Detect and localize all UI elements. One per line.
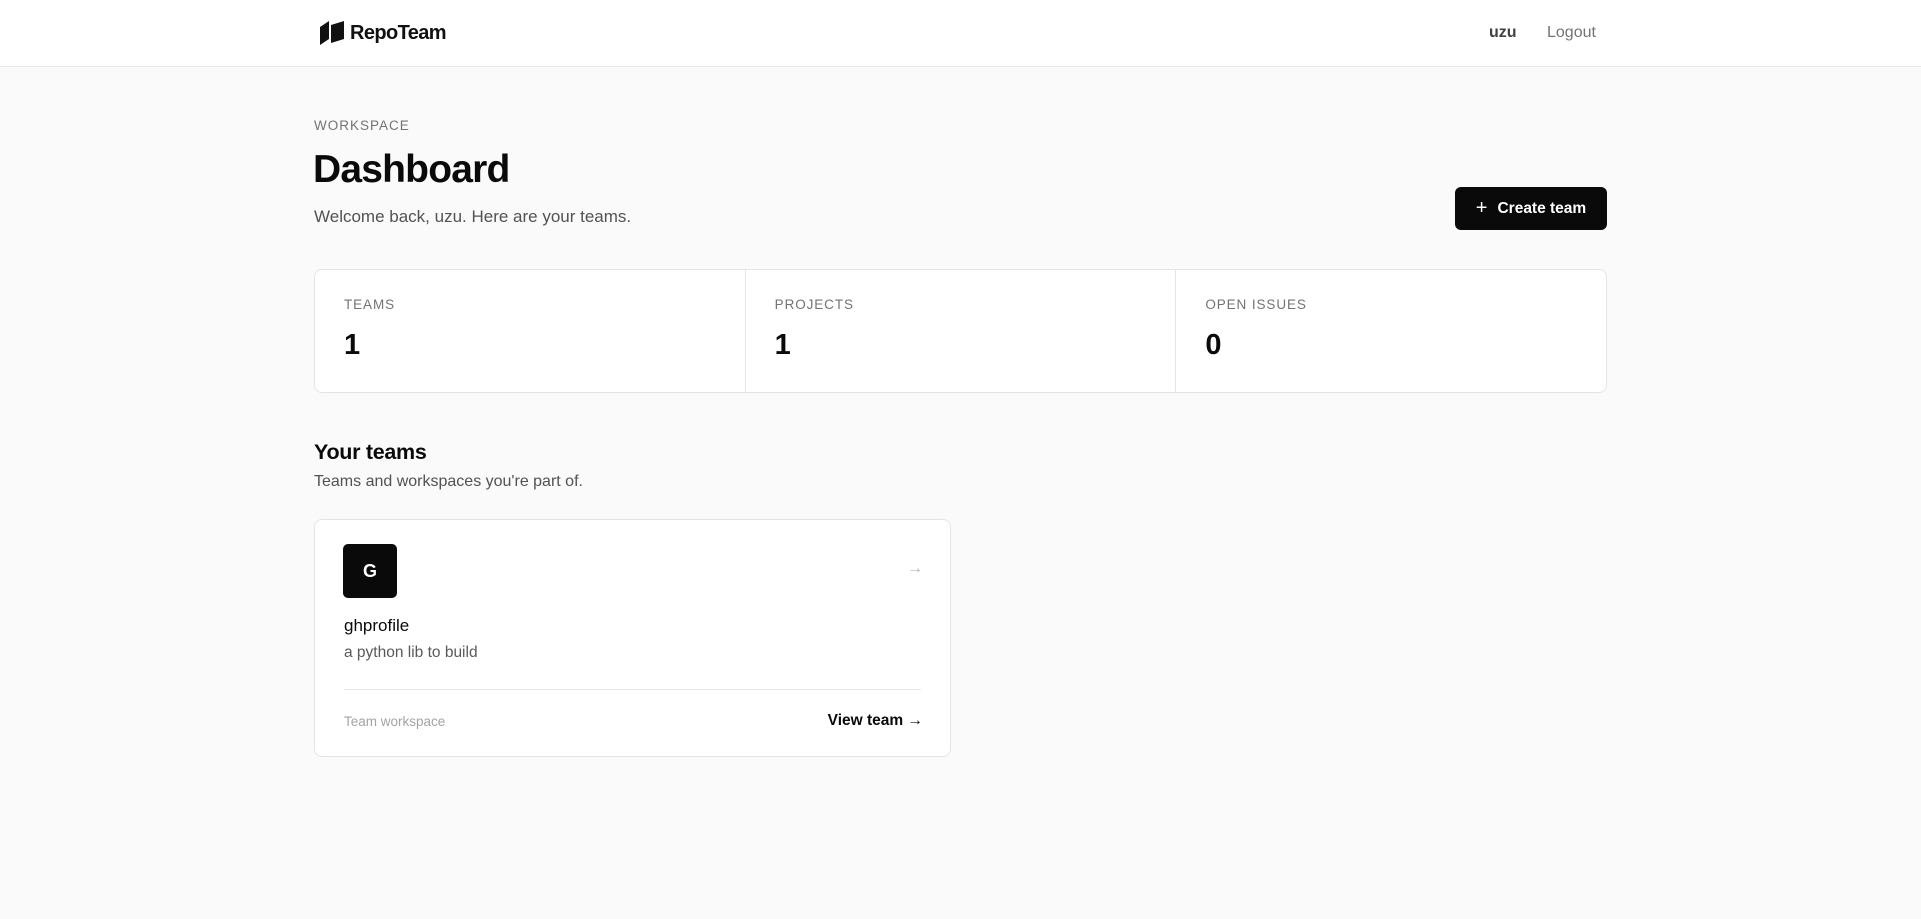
stat-label: OPEN ISSUES (1205, 297, 1307, 312)
stat-value: 1 (344, 329, 361, 361)
page-title: Dashboard (313, 148, 510, 191)
team-card[interactable]: G → ghprofile a python lib to build Team… (314, 519, 951, 757)
logout-link[interactable]: Logout (1547, 24, 1596, 42)
create-team-label: Create team (1497, 199, 1587, 217)
team-meta: Team workspace (344, 714, 446, 729)
page-subtitle: Welcome back, uzu. Here are your teams. (314, 207, 632, 226)
arrow-right-icon: → (907, 560, 923, 577)
brand-link[interactable]: RepoTeam (318, 18, 447, 48)
stat-value: 1 (774, 329, 791, 361)
repoteam-logo-icon (320, 21, 344, 45)
stat-projects: PROJECTS 1 (746, 270, 1177, 392)
current-user-name: uzu (1489, 24, 1517, 41)
teams-section-subtitle: Teams and workspaces you're part of. (314, 473, 583, 490)
team-description: a python lib to build (344, 644, 478, 661)
plus-icon: + (1475, 196, 1488, 219)
stats-panel: TEAMS 1 PROJECTS 1 OPEN ISSUES 0 (314, 269, 1607, 393)
team-name: ghprofile (344, 616, 410, 635)
top-navbar: RepoTeam uzu Logout (0, 0, 1921, 67)
create-team-button[interactable]: + Create team (1455, 187, 1607, 230)
brand-name: RepoTeam (350, 21, 447, 44)
stat-value: 0 (1205, 329, 1222, 361)
card-divider (344, 689, 921, 690)
view-team-link[interactable]: View team → (828, 712, 923, 730)
teams-section-title: Your teams (314, 440, 427, 464)
team-avatar: G (343, 544, 397, 598)
stat-label: PROJECTS (774, 297, 854, 312)
stat-open-issues: OPEN ISSUES 0 (1176, 270, 1606, 392)
stat-teams: TEAMS 1 (315, 270, 746, 392)
page-eyebrow: WORKSPACE (314, 118, 410, 133)
stat-label: TEAMS (344, 297, 396, 312)
